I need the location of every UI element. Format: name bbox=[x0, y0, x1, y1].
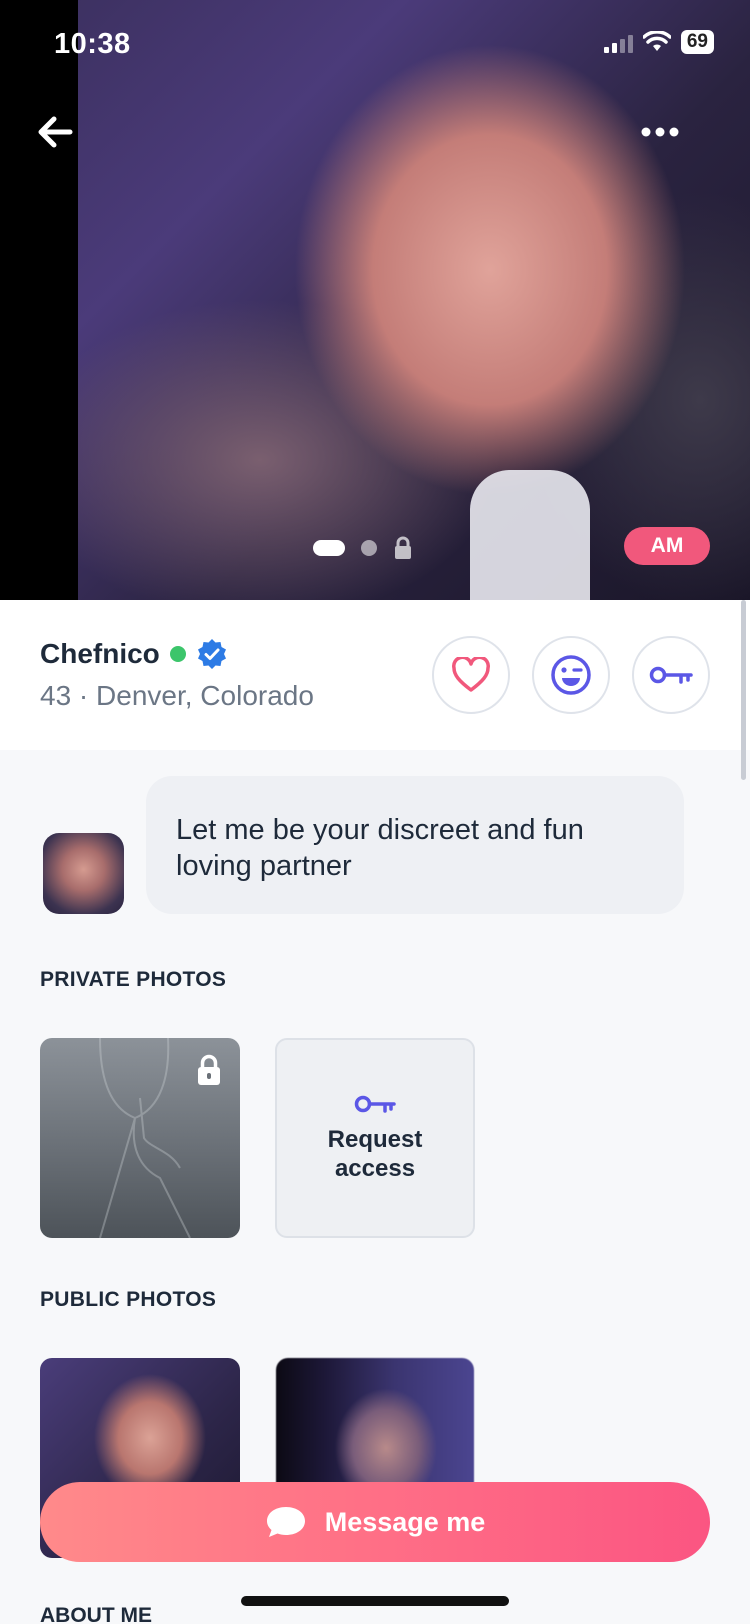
age-location: 43 · Denver, Colorado bbox=[40, 680, 314, 711]
pagination-dot-active[interactable] bbox=[313, 540, 345, 556]
request-access-label: Request access bbox=[327, 1126, 423, 1182]
status-badge: AM bbox=[624, 527, 710, 565]
chat-bubble-icon bbox=[266, 1507, 305, 1537]
profile-photo bbox=[0, 0, 750, 600]
key-icon bbox=[649, 666, 693, 684]
battery-indicator: 69 bbox=[680, 30, 714, 54]
smiley-icon bbox=[551, 655, 591, 695]
status-bar: 10:38 69 bbox=[0, 0, 750, 90]
more-options-button[interactable] bbox=[636, 118, 684, 146]
back-button[interactable] bbox=[34, 110, 78, 154]
wink-button[interactable] bbox=[532, 636, 610, 714]
online-indicator bbox=[169, 646, 186, 662]
bio-bubble: Let me be your discreet and fun loving p… bbox=[146, 776, 684, 914]
request-key-button[interactable] bbox=[632, 636, 710, 714]
profile-actions bbox=[432, 636, 710, 714]
lock-icon bbox=[395, 536, 411, 559]
profile-header: Chefnico 43 · Denver, Colorado bbox=[0, 600, 750, 750]
verified-badge-icon bbox=[197, 639, 226, 669]
home-indicator[interactable] bbox=[241, 1596, 509, 1606]
public-photos-title: PUBLIC PHOTOS bbox=[40, 1288, 217, 1311]
message-me-button[interactable]: Message me bbox=[40, 1482, 710, 1562]
about-me-title: ABOUT ME bbox=[40, 1604, 152, 1624]
message-me-label: Message me bbox=[324, 1506, 486, 1537]
arrow-left-icon bbox=[38, 116, 73, 148]
scrollbar[interactable] bbox=[741, 600, 746, 780]
private-photos-title: PRIVATE PHOTOS bbox=[40, 968, 227, 991]
wifi-icon bbox=[642, 31, 671, 51]
private-photo-card[interactable] bbox=[40, 1038, 240, 1238]
avatar bbox=[43, 833, 124, 914]
like-button[interactable] bbox=[432, 636, 510, 714]
key-icon bbox=[354, 1095, 396, 1113]
heart-icon bbox=[452, 657, 490, 692]
request-access-button[interactable]: Request access bbox=[275, 1038, 475, 1238]
signal-icon bbox=[603, 31, 633, 53]
profile-photo-carousel[interactable]: 10:38 69 AM bbox=[0, 0, 750, 600]
status-time: 10:38 bbox=[54, 28, 131, 60]
more-dots-icon bbox=[641, 127, 679, 137]
pagination-dot[interactable] bbox=[361, 540, 377, 556]
profile-name: Chefnico bbox=[40, 638, 160, 669]
photo-pagination bbox=[313, 536, 413, 560]
lock-icon bbox=[198, 1054, 220, 1085]
